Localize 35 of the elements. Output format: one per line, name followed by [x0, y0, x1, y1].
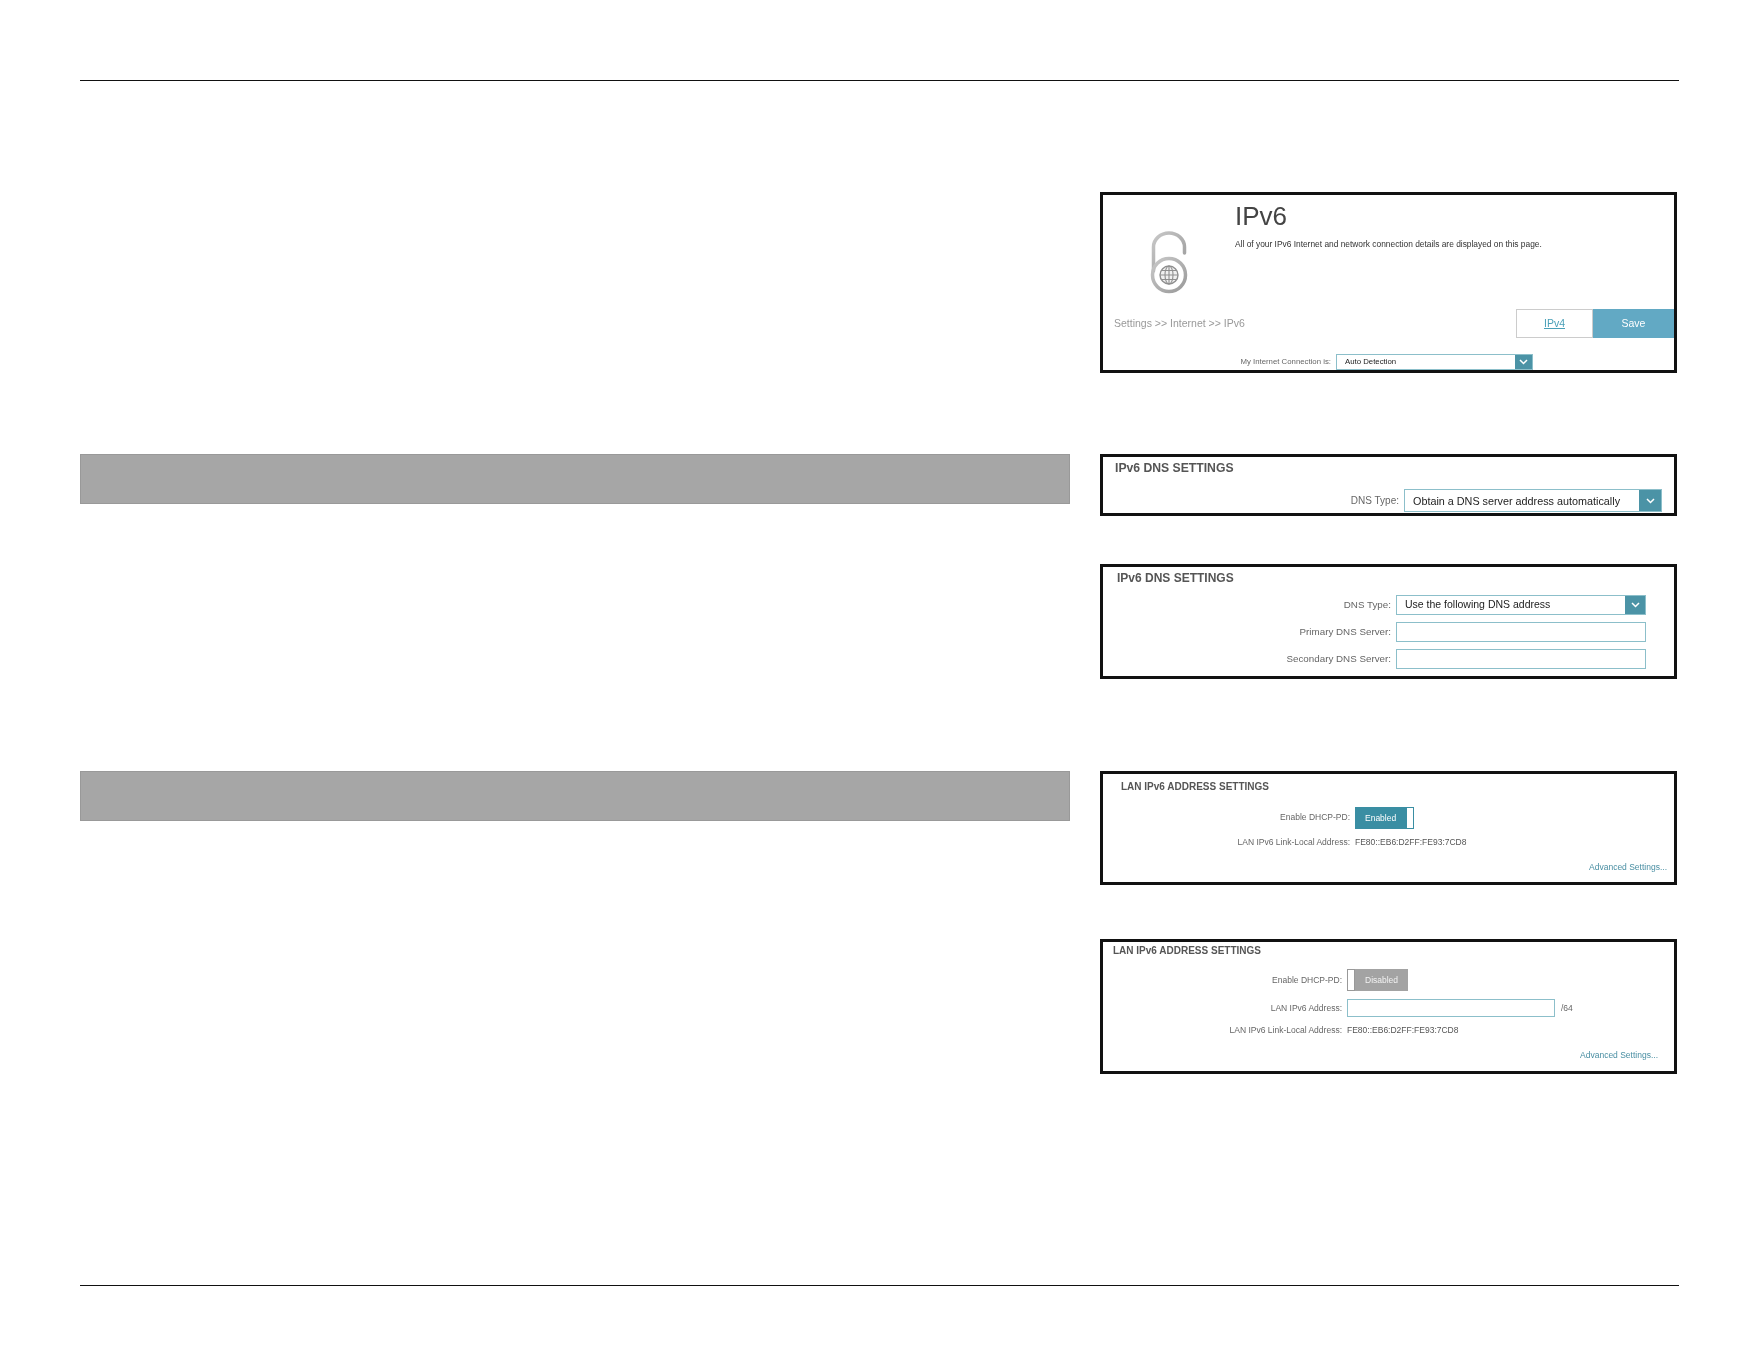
- page-description: All of your IPv6 Internet and network connection details are displayed on this page.: [1235, 239, 1542, 249]
- chevron-down-icon: [1515, 355, 1532, 369]
- breadcrumb: Settings >> Internet >> IPv6: [1113, 315, 1245, 331]
- dropdown-select[interactable]: Use the following DNS address: [1396, 595, 1646, 616]
- field-label: Primary DNS Server:: [1298, 625, 1392, 639]
- toggle-switch[interactable]: Disabled: [1347, 969, 1409, 992]
- text-input-field[interactable]: [1347, 999, 1555, 1018]
- field-label: Enable DHCP-PD:: [1271, 974, 1343, 986]
- dropdown-select[interactable]: Obtain a DNS server address automatically: [1404, 489, 1662, 513]
- field-label: DNS Type:: [1349, 494, 1400, 508]
- page-title: IPv6: [1235, 200, 1289, 231]
- ipv4-link-button[interactable]: IPv4: [1516, 309, 1593, 338]
- chevron-down-icon: [1639, 490, 1661, 512]
- toggle-switch[interactable]: Enabled: [1355, 806, 1415, 829]
- prefix-length-suffix: /64: [1561, 1001, 1573, 1015]
- field-label: LAN IPv6 Address:: [1269, 1002, 1343, 1014]
- section-title: IPv6 DNS SETTINGS: [1117, 571, 1235, 587]
- field-label: LAN IPv6 Link-Local Address:: [1236, 836, 1351, 848]
- section-title: IPv6 DNS SETTINGS: [1115, 461, 1235, 477]
- field-label: Secondary DNS Server:: [1285, 652, 1392, 666]
- chevron-down-icon: [1625, 596, 1645, 615]
- save-button[interactable]: Save: [1593, 309, 1674, 338]
- section-title: LAN IPv6 ADDRESS SETTINGS: [1121, 781, 1270, 794]
- field-label: LAN IPv6 Link-Local Address:: [1228, 1025, 1343, 1037]
- advanced-settings-link[interactable]: Advanced Settings...: [1580, 1050, 1658, 1062]
- text-input-field[interactable]: [1396, 649, 1646, 670]
- address-value: FE80::EB6:D2FF:FE93:7CD8: [1355, 836, 1467, 848]
- address-value: FE80::EB6:D2FF:FE93:7CD8: [1347, 1025, 1459, 1037]
- toggle-knob: [1406, 806, 1415, 829]
- text-input-field[interactable]: [1396, 622, 1646, 643]
- field-label: Enable DHCP-PD:: [1279, 812, 1351, 824]
- advanced-settings-link[interactable]: Advanced Settings...: [1589, 861, 1667, 873]
- field-label: DNS Type:: [1342, 598, 1392, 612]
- toggle-knob: [1347, 969, 1355, 992]
- section-title: LAN IPv6 ADDRESS SETTINGS: [1113, 944, 1262, 958]
